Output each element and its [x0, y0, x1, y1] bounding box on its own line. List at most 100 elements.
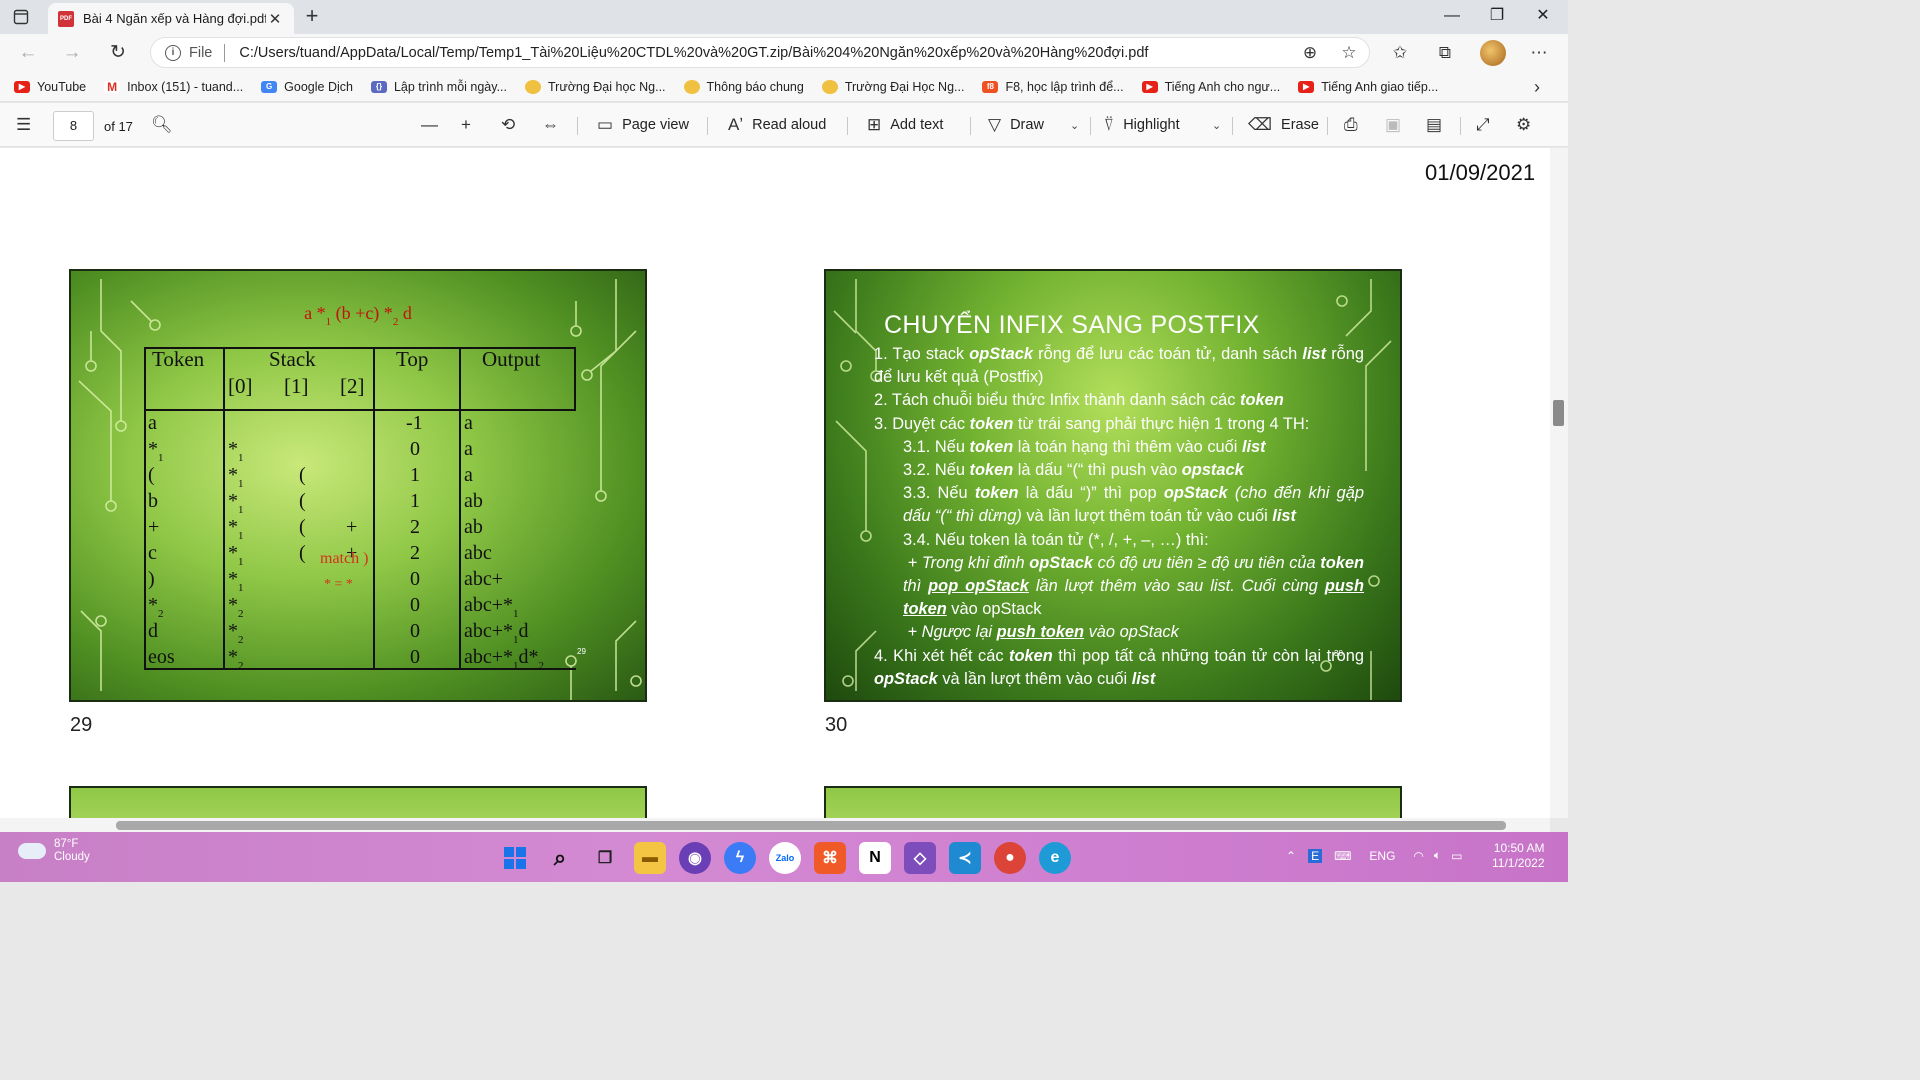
zalo-icon[interactable]: Zalo	[769, 842, 801, 874]
maximize-button[interactable]: ❐	[1474, 4, 1520, 28]
page-number-input[interactable]: 8	[53, 111, 94, 141]
slide-30: CHUYỂN INFIX SANG POSTFIX 1. Tạo stack o…	[824, 269, 1402, 702]
slide-number-29: 29	[70, 714, 93, 736]
favorites-icon[interactable]: ✩	[1387, 41, 1413, 65]
header-top: Top	[396, 347, 429, 371]
clock[interactable]: 10:50 AM 11/1/2022	[1492, 841, 1545, 871]
zoom-in-button[interactable]: +	[461, 113, 480, 137]
zoom-icon[interactable]: ⊕	[1297, 41, 1323, 65]
infix-expression: a *1 (b +c) *2 d	[304, 303, 412, 328]
favorite-youtube[interactable]: ▶ YouTube	[14, 80, 86, 94]
volume-icon[interactable]: 🔈︎	[1434, 848, 1441, 863]
favorites-bar: ▶ YouTube M Inbox (151) - tuand... G Google…	[0, 72, 1568, 102]
favorite-google-translate[interactable]: G Google Dịch	[261, 80, 353, 94]
messenger-icon[interactable]: ϟ	[724, 842, 756, 874]
favorite-university-2[interactable]: Trường Đại Học Ng...	[821, 79, 964, 94]
vertical-scrollbar[interactable]	[1550, 148, 1568, 818]
toolbar-separator	[1232, 117, 1233, 135]
slide-title: CHUYỂN INFIX SANG POSTFIX	[884, 311, 1260, 339]
read-aloud-button[interactable]: A͏ʼ Read aloud	[728, 113, 826, 137]
fullscreen-icon[interactable]: ⤢	[1476, 113, 1499, 137]
search-icon[interactable]: 🔍︎	[151, 113, 182, 137]
favorite-announcements[interactable]: Thông báo chung	[683, 79, 804, 94]
favorite-english-2[interactable]: ▶ Tiếng Anh giao tiếp...	[1298, 80, 1438, 94]
youtube-icon: ▶	[1141, 80, 1158, 93]
refresh-button[interactable]: ↻	[104, 41, 132, 65]
contents-icon[interactable]: ☰	[16, 113, 40, 137]
youtube-icon: ▶	[14, 80, 30, 93]
url-text[interactable]: C:/Users/tuand/AppData/Local/Temp/Temp1_…	[239, 45, 1148, 61]
tab-title: Bài 4 Ngăn xếp và Hàng đợi.pdf	[83, 11, 266, 26]
horizontal-scroll-thumb[interactable]	[116, 821, 1506, 830]
vscode-icon[interactable]: ≺	[949, 842, 981, 874]
task-view-icon[interactable]: ❐	[589, 842, 621, 874]
page-view-button[interactable]: ▭ Page view	[597, 113, 689, 137]
header-token: Token	[152, 347, 205, 371]
notion-icon[interactable]: N	[859, 842, 891, 874]
favorite-university-1[interactable]: Trường Đại học Ng...	[525, 79, 666, 94]
add-favorite-icon[interactable]: ☆	[1336, 41, 1362, 65]
weather-condition: Cloudy	[54, 851, 90, 863]
tab-actions-icon[interactable]	[8, 6, 34, 28]
minimize-button[interactable]: —	[1429, 4, 1475, 28]
favorite-english-1[interactable]: ▶ Tiếng Anh cho ngư...	[1141, 80, 1280, 94]
page-view-icon: ▭	[597, 115, 614, 134]
youtube-icon: ▶	[1298, 80, 1315, 93]
battery-icon[interactable]: ▭	[1451, 849, 1462, 863]
add-text-button[interactable]: ⊞ Add text	[867, 113, 943, 137]
page-header-date: 01/09/2021	[1425, 160, 1536, 185]
file-explorer-icon[interactable]: ▬	[634, 842, 666, 874]
wifi-icon[interactable]: ◠	[1413, 849, 1423, 863]
tray-app-icon[interactable]: E	[1308, 848, 1323, 863]
print-icon[interactable]: ⎙	[1344, 113, 1367, 137]
header-stack-0: [0]	[228, 374, 253, 398]
favorite-code[interactable]: {} Lập trình mỗi ngày...	[370, 80, 507, 94]
language-indicator[interactable]: ENG	[1369, 849, 1395, 863]
chrome-icon[interactable]: ●	[994, 842, 1026, 874]
vertical-scroll-thumb[interactable]	[1553, 400, 1564, 426]
settings-gear-icon[interactable]: ⚙	[1516, 113, 1540, 137]
visual-studio-icon[interactable]: ◇	[904, 842, 936, 874]
highlight-button[interactable]: ⍢ Highlight	[1104, 113, 1180, 137]
zoom-out-button[interactable]: —	[421, 113, 447, 137]
new-tab-button[interactable]: +	[300, 5, 324, 27]
pdf-document-area[interactable]: 01/09/2021 a *1 (b +c) *2 d Token Stack …	[0, 148, 1550, 818]
edge-icon[interactable]: e	[1039, 842, 1071, 874]
table-cell: (	[148, 464, 155, 486]
highlight-options-chevron[interactable]: ⌄	[1212, 113, 1221, 137]
save-as-icon[interactable]: ▤	[1426, 113, 1451, 137]
start-button[interactable]	[499, 842, 531, 874]
rotate-icon[interactable]: ⟲	[501, 113, 524, 137]
table-cell: +	[148, 516, 160, 538]
back-button[interactable]: ←	[14, 41, 42, 65]
save-icon[interactable]: ▣	[1385, 113, 1410, 137]
more-menu-icon[interactable]: ⋯	[1526, 41, 1552, 65]
favorite-gmail[interactable]: M Inbox (151) - tuand...	[104, 80, 243, 94]
search-icon[interactable]: ⌕	[544, 842, 576, 874]
address-bar[interactable]: i File C:/Users/tuand/AppData/Local/Temp…	[150, 37, 1370, 68]
github-icon[interactable]: ◉	[679, 842, 711, 874]
weather-widget[interactable]: 87°F Cloudy	[18, 838, 90, 864]
draw-options-chevron[interactable]: ⌄	[1070, 113, 1079, 137]
close-tab-icon[interactable]: ✕	[266, 10, 284, 28]
system-tray: ⌃ E ⌨ ENG ◠ 🔈︎ ▭	[1286, 848, 1462, 863]
keyboard-icon[interactable]: ⌨	[1334, 849, 1351, 863]
table-cell: b	[148, 490, 158, 512]
profile-avatar[interactable]	[1480, 40, 1506, 66]
highlight-icon: ⍢	[1104, 115, 1115, 134]
browser-tab[interactable]: PDF Bài 4 Ngăn xếp và Hàng đợi.pdf ✕	[48, 3, 294, 34]
forward-button[interactable]: →	[58, 41, 86, 65]
clock-date: 11/1/2022	[1492, 856, 1545, 870]
tray-overflow-icon[interactable]: ⌃	[1286, 849, 1296, 863]
draw-button[interactable]: ▽ Draw	[988, 113, 1044, 137]
collections-icon[interactable]: ⧉	[1432, 41, 1458, 65]
close-window-button[interactable]: ✕	[1520, 4, 1566, 28]
fit-page-icon[interactable]: ⇔	[542, 113, 568, 137]
draw-icon: ▽	[988, 115, 1002, 134]
read-aloud-icon: A͏ʼ	[728, 115, 744, 134]
postman-icon[interactable]: ⌘	[814, 842, 846, 874]
favorite-f8[interactable]: f8 F8, học lập trình để...	[982, 80, 1124, 94]
favorites-overflow-icon[interactable]: ›	[1534, 77, 1540, 98]
info-icon[interactable]: i	[165, 44, 181, 61]
erase-button[interactable]: ⌫ Erase	[1248, 113, 1319, 137]
